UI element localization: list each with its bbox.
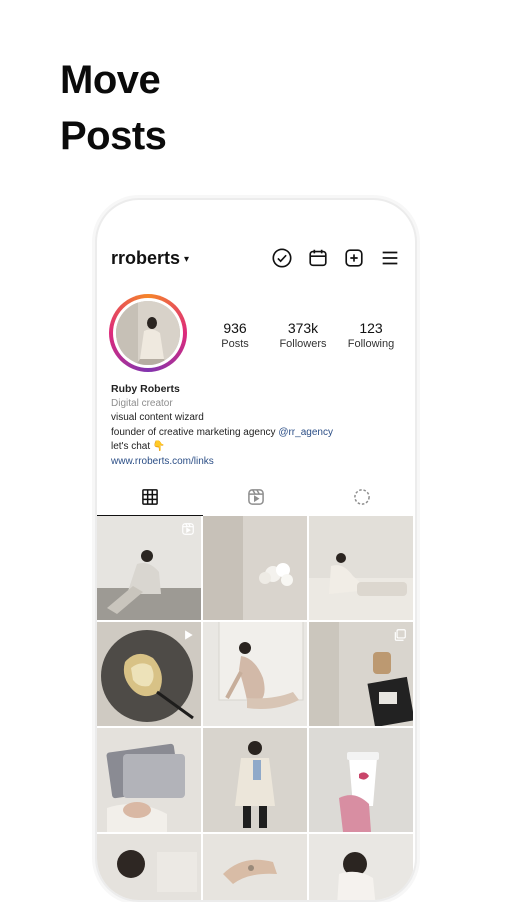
post-thumbnail[interactable] [309,622,413,726]
reel-icon [181,522,195,536]
headline: Move Posts [60,52,167,164]
check-circle-icon[interactable] [271,247,293,269]
stat-label: Following [347,338,395,350]
post-thumbnail[interactable] [309,728,413,832]
bio-line-2: founder of creative marketing agency @rr… [111,426,333,441]
post-thumbnail[interactable] [97,834,201,900]
bio-line-3: let's chat 👇 [111,441,166,452]
post-thumbnail[interactable] [309,834,413,900]
post-thumbnail[interactable] [97,516,201,620]
stat-following[interactable]: 123 Following [337,320,405,350]
stat-value: 936 [223,320,247,336]
agency-mention-link[interactable]: @rr_agency [278,427,333,438]
drafts-icon [352,487,372,512]
posts-grid [97,516,415,900]
post-thumbnail[interactable] [309,516,413,620]
post-thumbnail[interactable] [203,834,307,900]
phone-frame: rroberts ▾ 936 Posts 373k Followers 123 … [95,198,417,902]
video-play-icon [181,628,195,642]
grid-icon [140,487,160,512]
stat-value: 123 [359,320,383,336]
reels-icon [246,487,266,512]
tab-reels[interactable] [203,482,309,516]
profile-stats: 936 Posts 373k Followers 123 Following [201,320,405,350]
stat-label: Posts [221,338,249,350]
post-thumbnail[interactable] [203,622,307,726]
tab-drafts[interactable] [309,482,415,516]
post-thumbnail[interactable] [203,516,307,620]
avatar [116,301,180,365]
profile-category: Digital creator [111,397,173,409]
post-thumbnail[interactable] [97,728,201,832]
username: rroberts [111,247,181,268]
add-post-icon[interactable] [343,247,365,269]
profile-name: Ruby Roberts [111,383,180,395]
chevron-down-icon: ▾ [184,253,190,265]
headline-line-1: Move [60,58,161,102]
post-thumbnail[interactable] [203,728,307,832]
stat-label: Followers [279,338,327,350]
bio-line-1: visual content wizard [111,412,204,423]
profile-tabs [97,482,415,516]
headline-line-2: Posts [60,114,167,158]
profile-bio: Ruby Roberts Digital creator visual cont… [111,382,333,469]
calendar-icon[interactable] [307,247,329,269]
menu-icon[interactable] [379,247,401,269]
username-switcher[interactable]: rroberts ▾ [111,248,189,269]
post-thumbnail[interactable] [97,622,201,726]
profile-link[interactable]: www.rroberts.com/links [111,455,333,470]
stat-value: 373k [287,320,319,336]
bio-line-2-text: founder of creative marketing agency [111,426,279,438]
stat-posts[interactable]: 936 Posts [201,320,269,350]
carousel-icon [393,628,407,642]
stat-followers[interactable]: 373k Followers [269,320,337,350]
profile-top-bar: rroberts ▾ [111,246,401,270]
tab-grid[interactable] [97,482,203,516]
avatar-story-ring[interactable] [109,294,187,372]
